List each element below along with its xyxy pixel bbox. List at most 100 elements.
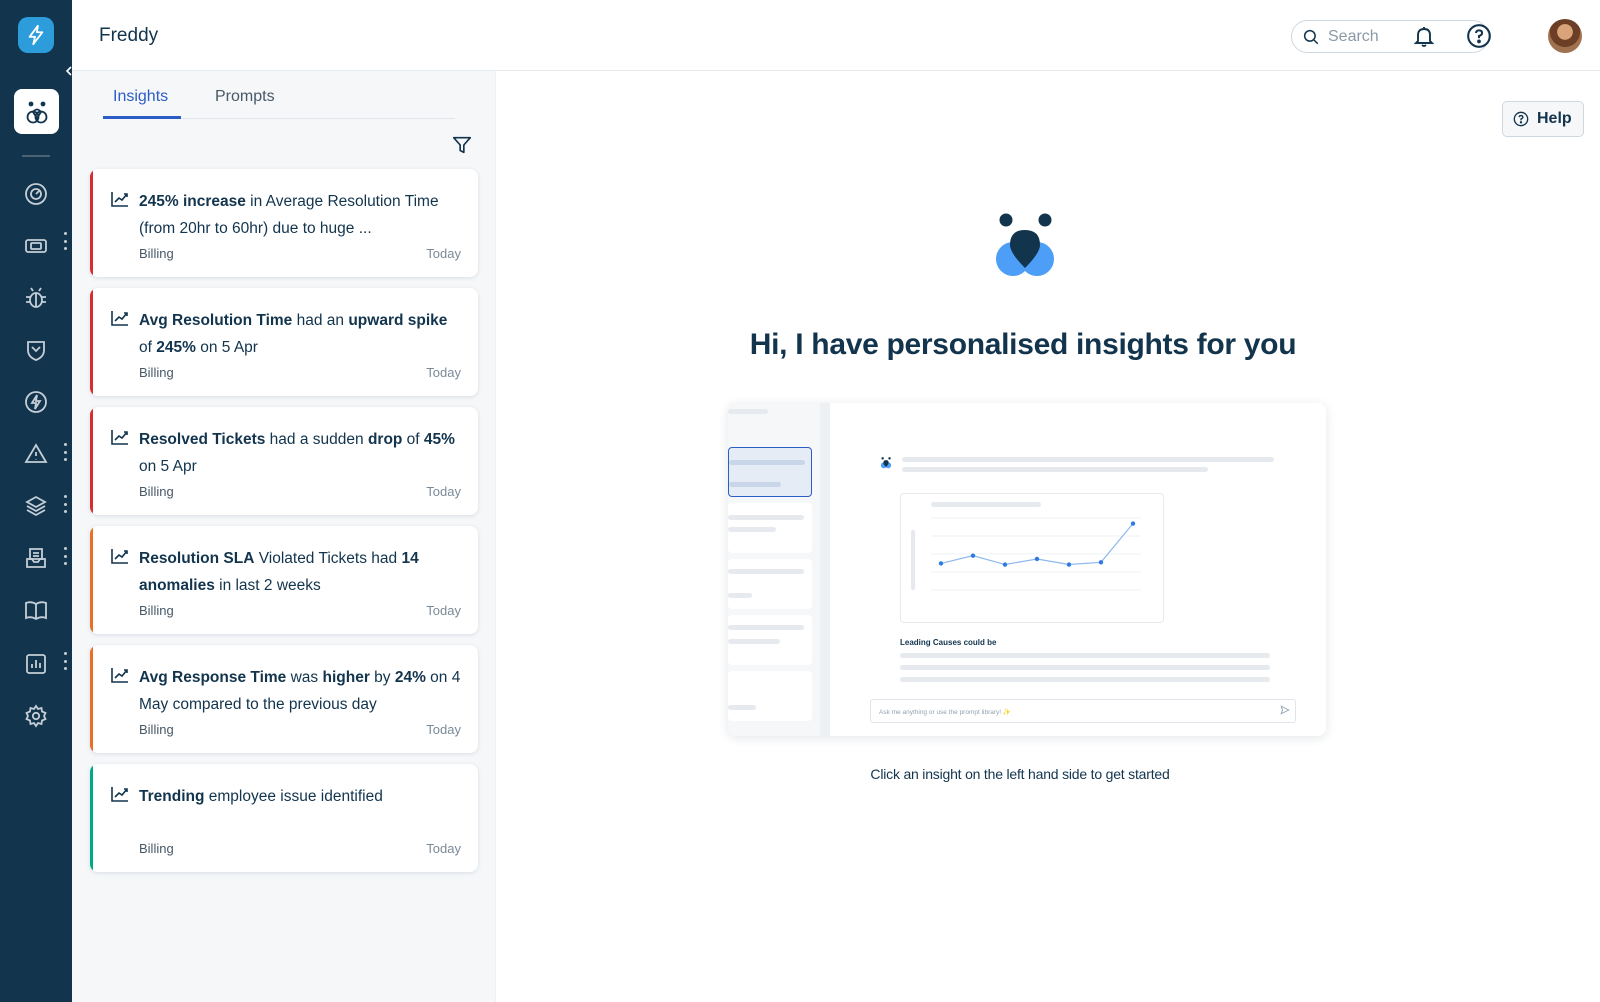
- insight-date: Today: [426, 484, 461, 499]
- preview-data-point: [938, 561, 944, 566]
- insight-highlight: 24%: [394, 669, 426, 686]
- trend-chart-icon: [111, 549, 128, 564]
- preview-send-icon: [1280, 705, 1290, 715]
- preview-data-point: [1002, 562, 1008, 567]
- trend-chart-icon: [111, 668, 128, 683]
- preview-data-point: [1098, 560, 1104, 565]
- insights-panel: Insights Prompts 245% increase in Averag…: [72, 71, 496, 1002]
- insight-text: Avg Resolution Time had an upward spike …: [139, 307, 461, 361]
- insight-category: Billing: [139, 484, 174, 499]
- preview-caption: Leading Causes could be: [900, 638, 997, 647]
- insight-date: Today: [426, 841, 461, 856]
- freddy-logo-icon: [991, 212, 1059, 280]
- panel-tabs: Insights Prompts: [103, 71, 455, 119]
- changes-shield-icon[interactable]: [22, 336, 50, 364]
- get-started-hint: Click an insight on the left hand side t…: [870, 766, 1170, 782]
- insight-highlight: drop: [367, 431, 403, 448]
- insight-card[interactable]: Resolved Tickets had a sudden drop of 45…: [90, 407, 478, 515]
- tickets-more-icon[interactable]: [62, 232, 68, 250]
- insight-date: Today: [426, 722, 461, 737]
- insight-card[interactable]: Avg Response Time was higher by 24% on 4…: [90, 645, 478, 753]
- assets-layers-icon[interactable]: [22, 492, 50, 520]
- insight-date: Today: [426, 246, 461, 261]
- inbox-tray-icon[interactable]: [22, 544, 50, 572]
- insight-text-segment: had a sudden: [265, 431, 368, 448]
- analytics-chart-icon[interactable]: [22, 650, 50, 678]
- preview-chart: [900, 493, 1164, 623]
- problems-bug-icon[interactable]: [22, 284, 50, 312]
- insight-card[interactable]: 245% increase in Average Resolution Time…: [90, 169, 478, 277]
- insight-text-segment: Violated Tickets had: [254, 550, 402, 567]
- severity-indicator: [90, 407, 93, 515]
- insight-category: Billing: [139, 246, 174, 261]
- user-avatar[interactable]: [1548, 19, 1582, 53]
- tickets-icon[interactable]: [22, 232, 50, 260]
- insight-highlight: higher: [322, 669, 370, 686]
- insight-category: Billing: [139, 603, 174, 618]
- insight-text-segment: was: [286, 669, 323, 686]
- welcome-headline: Hi, I have personalised insights for you: [749, 328, 1297, 361]
- severity-indicator: [90, 526, 93, 634]
- preview-data-point: [1066, 562, 1072, 567]
- freshservice-logo-icon[interactable]: [18, 17, 54, 53]
- insight-text-segment: of: [402, 431, 424, 448]
- releases-bolt-icon[interactable]: [22, 388, 50, 416]
- tab-insights[interactable]: Insights: [113, 88, 168, 106]
- preview-data-point: [1034, 556, 1040, 562]
- alerts-warning-icon[interactable]: [22, 440, 50, 468]
- insight-highlight: Avg Resolution Time: [139, 312, 293, 329]
- insight-card[interactable]: Resolution SLA Violated Tickets had 14 a…: [90, 526, 478, 634]
- assets-more-icon[interactable]: [62, 495, 68, 513]
- preview-item: [728, 503, 812, 553]
- dashboard-gauge-icon[interactable]: [22, 180, 50, 208]
- insight-text: Trending employee issue identified: [139, 783, 461, 810]
- insight-category: Billing: [139, 841, 174, 856]
- insight-text: Avg Response Time was higher by 24% on 4…: [139, 664, 461, 718]
- help-button[interactable]: Help: [1502, 101, 1584, 137]
- analytics-more-icon[interactable]: [62, 652, 68, 670]
- severity-indicator: [90, 288, 93, 396]
- preview-item: [728, 671, 812, 721]
- preview-sidebar: [728, 403, 820, 736]
- preview-item: [728, 559, 812, 609]
- search-box[interactable]: [1291, 20, 1489, 53]
- insight-highlight: 245% increase: [139, 193, 246, 210]
- severity-indicator: [90, 645, 93, 753]
- insight-card[interactable]: Avg Resolution Time had an upward spike …: [90, 288, 478, 396]
- insight-text-segment: on 5 Apr: [139, 458, 197, 475]
- rail-divider: [22, 155, 50, 157]
- severity-indicator: [90, 169, 93, 277]
- preview-ask-input: Ask me anything or use the prompt librar…: [870, 699, 1296, 723]
- insight-highlight: 245%: [156, 339, 196, 356]
- tab-prompts[interactable]: Prompts: [215, 88, 275, 106]
- preview-item: [728, 615, 812, 665]
- insight-highlight: Trending: [139, 788, 205, 805]
- help-question-icon[interactable]: [1465, 22, 1493, 50]
- insight-highlight: upward spike: [348, 312, 448, 329]
- preview-selected-item: [728, 447, 812, 497]
- help-button-label: Help: [1537, 110, 1572, 127]
- insight-text-segment: in last 2 weeks: [214, 577, 321, 594]
- trend-chart-icon: [111, 192, 128, 207]
- insight-text-segment: had an: [292, 312, 349, 329]
- insight-highlight: Resolution SLA: [139, 550, 255, 567]
- notifications-bell-icon[interactable]: [1410, 22, 1438, 50]
- alerts-more-icon[interactable]: [62, 443, 68, 461]
- insight-text-segment: by: [369, 669, 395, 686]
- search-input[interactable]: [1328, 27, 1478, 46]
- freddy-nav-icon[interactable]: [14, 89, 59, 134]
- admin-gear-icon[interactable]: [22, 702, 50, 730]
- trend-chart-icon: [111, 430, 128, 445]
- insight-text-segment: employee issue identified: [204, 788, 383, 805]
- insight-text-segment: of: [139, 339, 157, 356]
- preview-illustration: Leading Causes could be Ask me anything …: [728, 403, 1326, 736]
- trend-chart-icon: [111, 787, 128, 802]
- solutions-book-icon[interactable]: [22, 596, 50, 624]
- insight-date: Today: [426, 365, 461, 380]
- inbox-more-icon[interactable]: [62, 547, 68, 565]
- insight-highlight: 45%: [423, 431, 455, 448]
- filter-funnel-icon[interactable]: [451, 134, 473, 156]
- insight-card[interactable]: Trending employee issue identified Billin…: [90, 764, 478, 872]
- preview-data-point: [970, 553, 976, 558]
- top-header: Freddy: [72, 0, 1600, 71]
